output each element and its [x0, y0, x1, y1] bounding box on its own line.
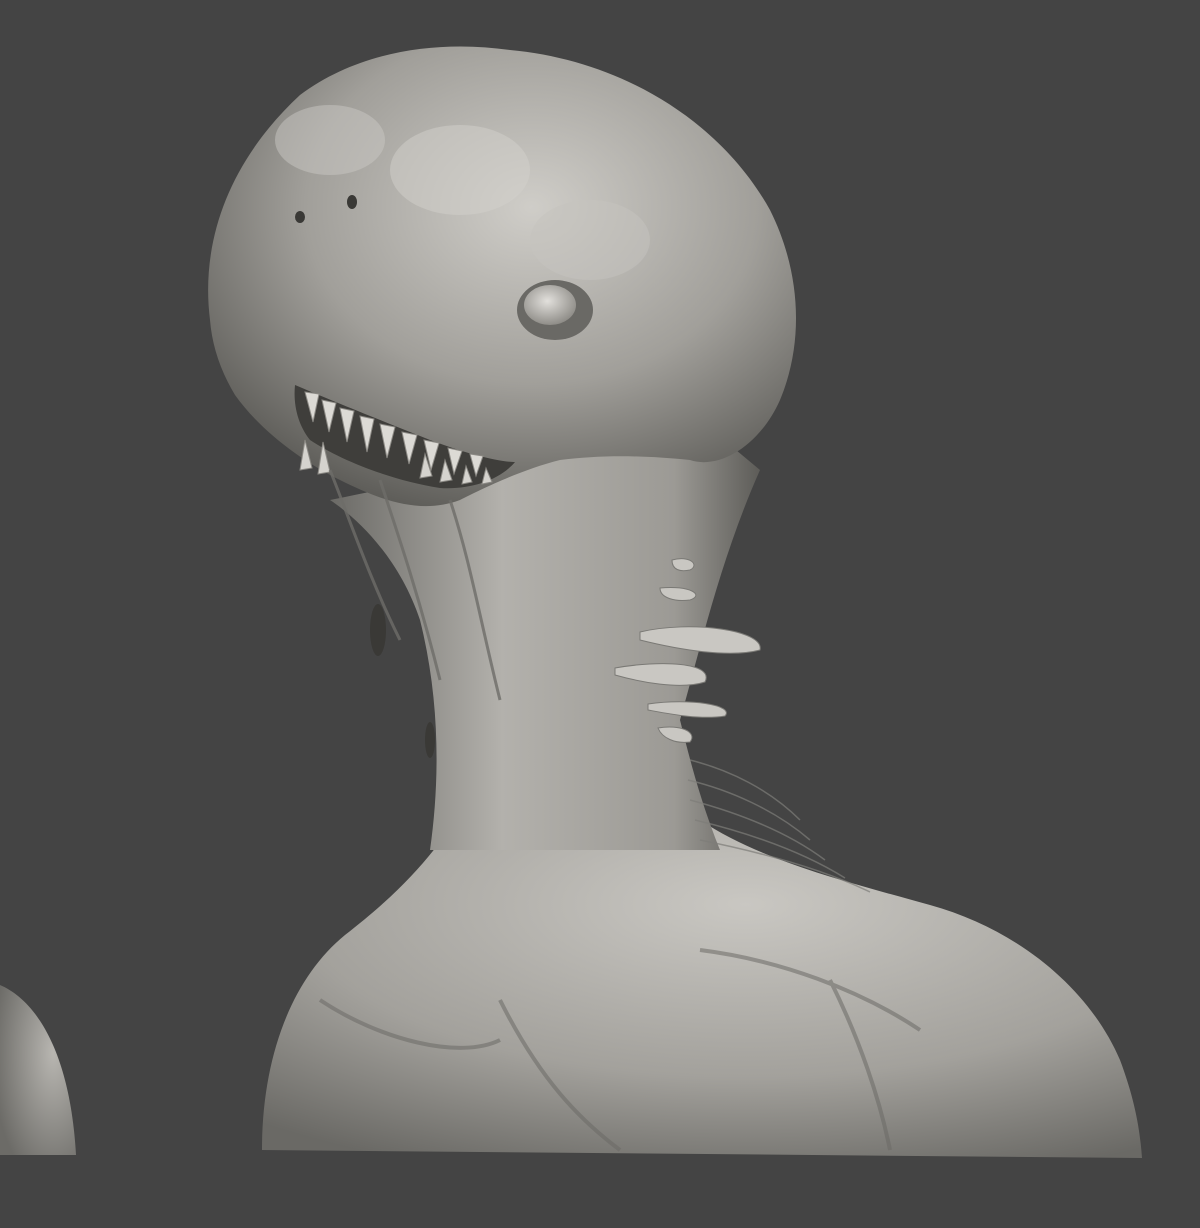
- partial-bust-left: [0, 985, 76, 1155]
- sculpting-viewport[interactable]: [0, 0, 1200, 1228]
- eye-icon: [517, 280, 593, 340]
- bust-shoulders: [262, 820, 1142, 1158]
- creature-bust-render: [0, 46, 1142, 1158]
